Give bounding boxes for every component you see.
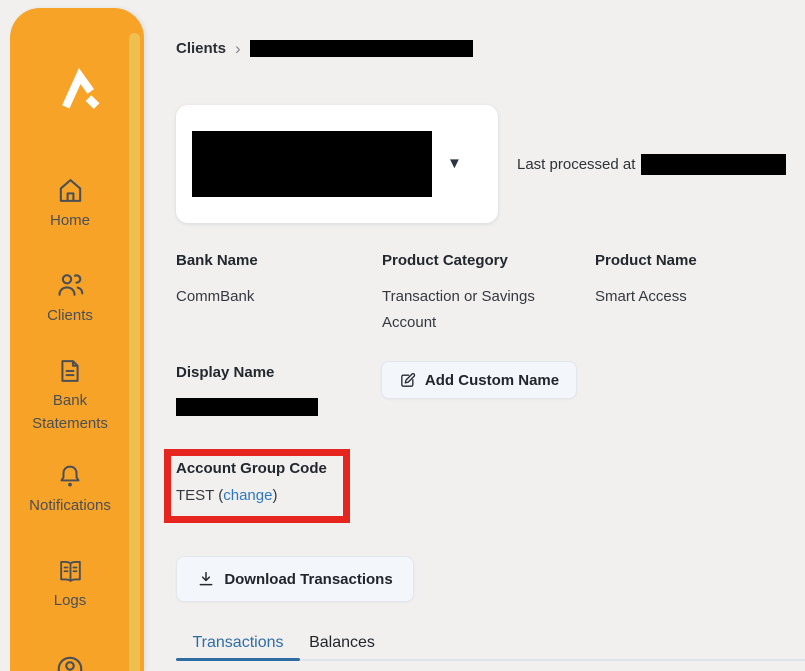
field-label: Product Category xyxy=(382,252,547,270)
app-logo xyxy=(57,68,101,112)
sidebar-item-notifications[interactable]: Notifications xyxy=(10,462,130,517)
clients-icon xyxy=(55,270,86,300)
field-account-group-code: Account Group Code TEST (change) xyxy=(171,456,343,504)
account-selector-dropdown[interactable]: ▼ xyxy=(176,105,498,223)
tab-bar: Transactions Balances xyxy=(176,626,805,661)
field-label: Bank Name xyxy=(176,252,371,270)
value-prefix: TEST ( xyxy=(176,487,223,504)
field-value: CommBank xyxy=(176,284,371,310)
chevron-down-icon: ▼ xyxy=(447,155,462,172)
download-transactions-label: Download Transactions xyxy=(224,571,392,588)
sidebar-item-account[interactable] xyxy=(10,654,130,671)
sidebar-scrollbar[interactable] xyxy=(129,33,140,671)
bank-statements-icon xyxy=(56,357,84,385)
add-custom-name-button[interactable]: Add Custom Name xyxy=(381,361,577,399)
sidebar-item-label: Clients xyxy=(15,304,125,327)
field-value: Transaction or Savings Account xyxy=(382,284,547,336)
tab-transactions[interactable]: Transactions xyxy=(176,626,300,659)
add-custom-name-label: Add Custom Name xyxy=(425,372,559,389)
download-icon xyxy=(197,570,215,588)
last-processed-label: Last processed at xyxy=(517,156,635,173)
field-label: Display Name xyxy=(176,364,371,382)
sidebar-item-label: Logs xyxy=(15,589,125,612)
field-display-name: Display Name xyxy=(176,364,371,416)
field-label: Account Group Code xyxy=(176,460,343,478)
field-product-name: Product Name Smart Access xyxy=(595,252,790,310)
sidebar-item-label: Home xyxy=(15,209,125,232)
change-link[interactable]: change xyxy=(223,487,272,504)
last-processed-status: Last processed at xyxy=(517,154,786,175)
tab-label: Transactions xyxy=(193,634,284,652)
sidebar-item-clients[interactable]: Clients xyxy=(10,270,130,327)
sidebar-item-label: Bank Statements xyxy=(15,389,125,435)
last-processed-redacted xyxy=(641,154,786,175)
sidebar-item-bank-statements[interactable]: Bank Statements xyxy=(10,357,130,435)
value-suffix: ) xyxy=(272,487,277,504)
home-icon xyxy=(56,176,85,205)
logs-icon xyxy=(56,557,85,585)
notifications-icon xyxy=(56,462,84,490)
account-group-code-value: TEST (change) xyxy=(176,487,343,504)
tab-label: Balances xyxy=(309,634,375,652)
field-product-category: Product Category Transaction or Savings … xyxy=(382,252,547,336)
field-value: Smart Access xyxy=(595,284,790,310)
sidebar: Home Clients Bank Statements xyxy=(10,8,144,671)
account-icon xyxy=(55,654,85,671)
field-bank-name: Bank Name CommBank xyxy=(176,252,371,310)
field-label: Product Name xyxy=(595,252,790,270)
breadcrumb-clients-link[interactable]: Clients xyxy=(176,40,226,57)
app-logo-icon xyxy=(57,68,101,112)
account-name-redacted xyxy=(192,131,432,197)
breadcrumb: Clients › xyxy=(176,40,473,57)
tab-balances[interactable]: Balances xyxy=(300,626,384,659)
display-name-redacted xyxy=(176,398,318,416)
download-transactions-button[interactable]: Download Transactions xyxy=(176,556,414,602)
annotation-highlight-red-box: Account Group Code TEST (change) xyxy=(164,449,350,523)
sidebar-item-home[interactable]: Home xyxy=(10,176,130,232)
edit-icon xyxy=(399,372,416,389)
screen: Home Clients Bank Statements xyxy=(0,0,805,671)
sidebar-item-logs[interactable]: Logs xyxy=(10,557,130,612)
sidebar-item-label: Notifications xyxy=(15,494,125,517)
breadcrumb-redacted-name xyxy=(250,40,473,57)
chevron-right-icon: › xyxy=(235,41,241,56)
